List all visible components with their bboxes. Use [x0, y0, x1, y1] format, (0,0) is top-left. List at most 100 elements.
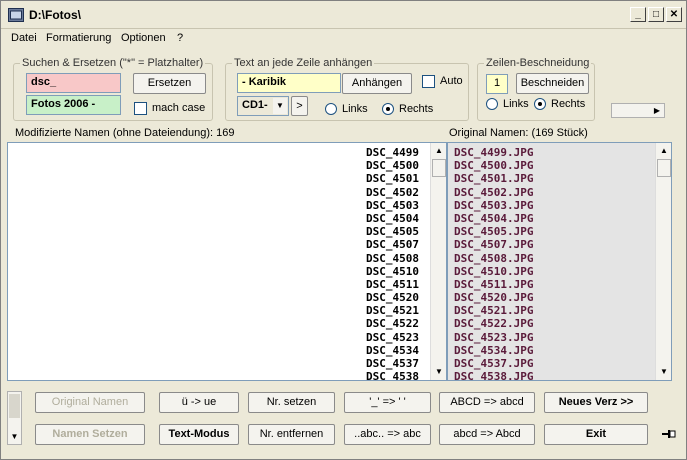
list-item[interactable]: DSC_4523.JPG	[454, 331, 654, 344]
set-names-button[interactable]: Namen Setzen	[35, 424, 145, 445]
remove-number-button[interactable]: Nr. entfernen	[248, 424, 335, 445]
append-right-label: Rechts	[399, 103, 434, 115]
list-item[interactable]: DSC_4522.JPG	[454, 317, 654, 330]
insert-arrow-button[interactable]: >	[291, 96, 308, 116]
list-item[interactable]: DSC_4505.JPG	[454, 225, 654, 238]
list-item[interactable]: DSC_4502.JPG	[454, 186, 654, 199]
list-item[interactable]: DSC_4508	[366, 252, 436, 265]
umlaut-button[interactable]: ü -> ue	[159, 392, 239, 413]
list-item[interactable]: DSC_4501.JPG	[454, 172, 654, 185]
folder-app-icon	[8, 8, 24, 22]
trim-right-label: Rechts	[551, 98, 586, 110]
list-item[interactable]: DSC_4523	[366, 331, 436, 344]
maximize-button[interactable]: □	[648, 7, 664, 22]
menu-datei[interactable]: Datei	[11, 32, 37, 44]
chevron-down-icon[interactable]: ▼	[273, 98, 287, 114]
menu-optionen[interactable]: Optionen	[121, 32, 166, 44]
list-item[interactable]: DSC_4508.JPG	[454, 252, 654, 265]
list-item[interactable]: DSC_4507	[366, 238, 436, 251]
append-group-label: Text an jede Zeile anhängen	[232, 57, 375, 69]
underscore-button[interactable]: '_' => ' '	[344, 392, 431, 413]
list-item[interactable]: DSC_4537.JPG	[454, 357, 654, 370]
auto-label: Auto	[440, 75, 463, 87]
capitalize-button[interactable]: abcd => Abcd	[439, 424, 535, 445]
list-item[interactable]: DSC_4507.JPG	[454, 238, 654, 251]
list-item[interactable]: DSC_4534.JPG	[454, 344, 654, 357]
list-item[interactable]: DSC_4504.JPG	[454, 212, 654, 225]
append-right-radio[interactable]	[382, 103, 394, 115]
main-window: D:\Fotos\ _ □ ✕ Datei Formatierung Optio…	[0, 0, 687, 460]
list-item[interactable]: DSC_4534	[366, 344, 436, 357]
find-input[interactable]: dsc_	[26, 73, 121, 93]
original-names-button[interactable]: Original Namen	[35, 392, 145, 413]
scroll-down-icon[interactable]: ▼	[657, 365, 671, 379]
bottom-left-scrollbar[interactable]: ▼	[7, 391, 22, 445]
append-left-radio[interactable]	[325, 103, 337, 115]
chevron-right-icon[interactable]: ▶	[650, 104, 664, 117]
list-item[interactable]: DSC_4505	[366, 225, 436, 238]
list-item[interactable]: DSC_4520	[366, 291, 436, 304]
original-names-list[interactable]: DSC_4499.JPG DSC_4500.JPG DSC_4501.JPG DSC_…	[447, 142, 672, 381]
menu-help[interactable]: ?	[177, 32, 183, 44]
list-item[interactable]: DSC_4499.JPG	[454, 146, 654, 159]
list-item[interactable]: DSC_4538.JPG	[454, 370, 654, 380]
scroll-down-icon[interactable]: ▼	[8, 432, 21, 441]
original-list-scrollbar[interactable]: ▲ ▼	[655, 143, 671, 380]
new-directory-button[interactable]: Neues Verz >>	[544, 392, 648, 413]
trim-button[interactable]: Beschneiden	[516, 73, 589, 94]
replace-button[interactable]: Ersetzen	[133, 73, 206, 94]
list-item[interactable]: DSC_4510.JPG	[454, 265, 654, 278]
modified-names-header: Modifizierte Namen (ohne Dateiendung): 1…	[15, 127, 235, 139]
list-item[interactable]: DSC_4511.JPG	[454, 278, 654, 291]
modified-list-scrollbar[interactable]: ▲ ▼	[430, 143, 446, 380]
list-item[interactable]: DSC_4520.JPG	[454, 291, 654, 304]
scroll-down-icon[interactable]: ▼	[432, 365, 446, 379]
append-left-label: Links	[342, 103, 368, 115]
search-group-label: Suchen & Ersetzen ("*" = Platzhalter)	[20, 57, 206, 69]
modified-names-list[interactable]: DSC_4499 DSC_4500 DSC_4501 DSC_4502 DSC_4503…	[7, 142, 447, 381]
minimize-button[interactable]: _	[630, 7, 646, 22]
trim-left-radio[interactable]	[486, 98, 498, 110]
list-item[interactable]: DSC_4521.JPG	[454, 304, 654, 317]
list-item[interactable]: DSC_4499	[366, 146, 436, 159]
menu-formatierung[interactable]: Formatierung	[46, 32, 111, 44]
scroll-up-icon[interactable]: ▲	[657, 144, 671, 158]
prefix-combo[interactable]: CD1- ▼	[237, 96, 289, 116]
list-item[interactable]: DSC_4503.JPG	[454, 199, 654, 212]
match-case-checkbox[interactable]	[134, 102, 147, 115]
replace-input[interactable]: Fotos 2006 -	[26, 95, 121, 115]
auto-checkbox[interactable]	[422, 75, 435, 88]
menu-bar: Datei Formatierung Optionen ?	[1, 30, 686, 46]
scroll-thumb[interactable]	[9, 394, 20, 418]
list-item[interactable]: DSC_4502	[366, 186, 436, 199]
trim-right-radio[interactable]	[534, 98, 546, 110]
list-item[interactable]: DSC_4521	[366, 304, 436, 317]
pin-icon[interactable]	[661, 427, 677, 441]
list-item[interactable]: DSC_4510	[366, 265, 436, 278]
list-item[interactable]: DSC_4511	[366, 278, 436, 291]
scroll-thumb[interactable]	[657, 159, 671, 177]
trim-count-input[interactable]: 1	[486, 74, 508, 94]
scroll-thumb[interactable]	[432, 159, 446, 177]
list-item[interactable]: DSC_4503	[366, 199, 436, 212]
list-item[interactable]: DSC_4522	[366, 317, 436, 330]
list-item[interactable]: DSC_4500	[366, 159, 436, 172]
append-text-input[interactable]: - Karibik	[237, 73, 341, 93]
list-item[interactable]: DSC_4504	[366, 212, 436, 225]
text-mode-button[interactable]: Text-Modus	[159, 424, 239, 445]
exit-button[interactable]: Exit	[544, 424, 648, 445]
list-item[interactable]: DSC_4537	[366, 357, 436, 370]
trim-left-label: Links	[503, 98, 529, 110]
horizontal-scrollbar[interactable]: ▶	[611, 103, 665, 118]
trim-dots-button[interactable]: ..abc.. => abc	[344, 424, 431, 445]
title-bar: D:\Fotos\ _ □ ✕	[1, 1, 686, 29]
append-button[interactable]: Anhängen	[342, 73, 412, 94]
scroll-up-icon[interactable]: ▲	[432, 144, 446, 158]
prefix-combo-value: CD1-	[242, 99, 268, 111]
list-item[interactable]: DSC_4538	[366, 370, 436, 380]
set-number-button[interactable]: Nr. setzen	[248, 392, 335, 413]
close-button[interactable]: ✕	[666, 7, 682, 22]
list-item[interactable]: DSC_4501	[366, 172, 436, 185]
lowercase-button[interactable]: ABCD => abcd	[439, 392, 535, 413]
list-item[interactable]: DSC_4500.JPG	[454, 159, 654, 172]
